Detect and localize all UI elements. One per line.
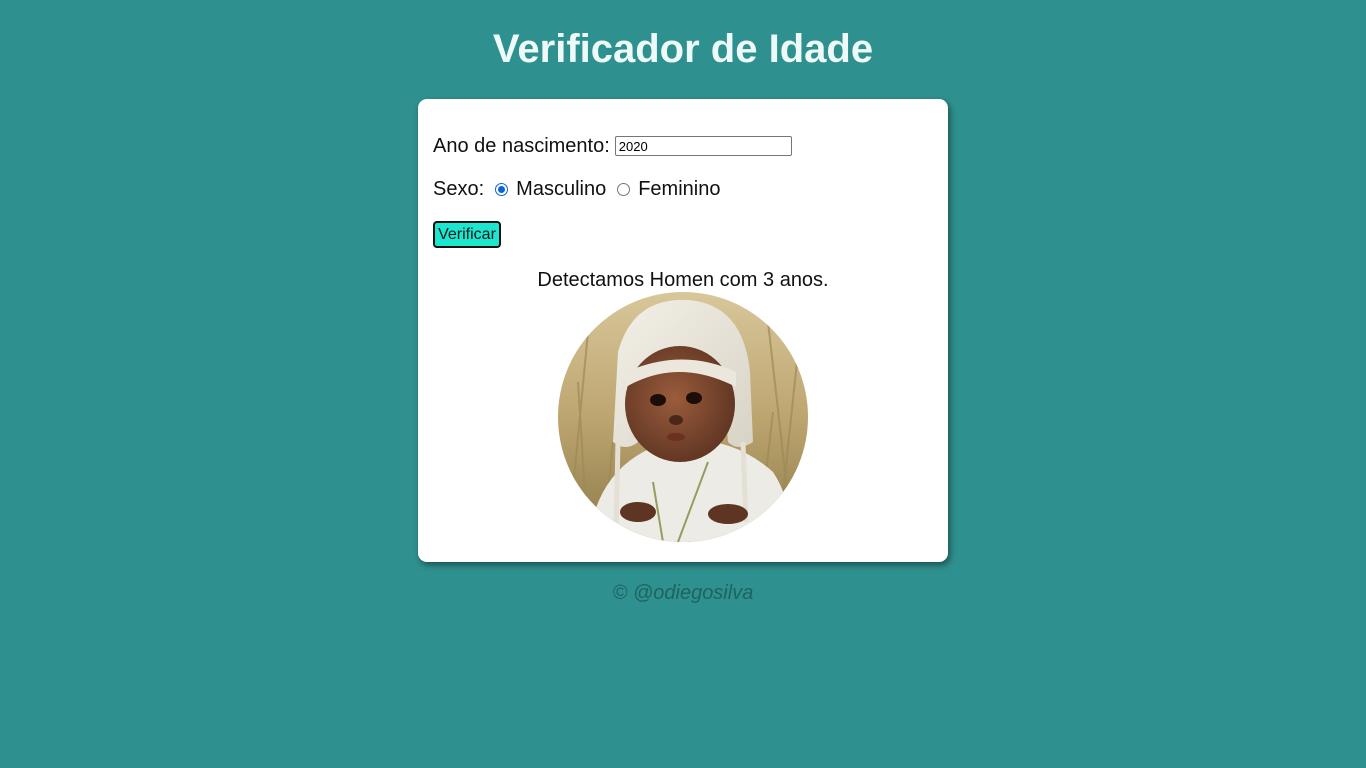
verifier-card: Ano de nascimento: Sexo: Masculino Femin… [418,99,948,562]
baby-photo [558,292,808,542]
result-text: Detectamos Homen com 3 anos. [537,269,829,291]
radio-feminino[interactable] [617,182,631,196]
radio-masculino[interactable] [495,182,509,196]
sex-label: Sexo: [433,177,485,200]
footer-credit: © @odiegosilva [612,582,754,604]
birth-year-label: Ano de nascimento: [433,134,610,157]
radio-masculino-label[interactable]: Masculino [516,178,606,201]
birth-year-input[interactable] [614,136,792,156]
page-title: Verificador de Idade [492,27,874,71]
birth-year-row: Ano de nascimento: [433,133,792,159]
radio-feminino-label[interactable]: Feminino [638,178,720,201]
verify-button[interactable]: Verificar [433,221,501,248]
baby-photo-image [558,292,808,542]
sex-row: Sexo: Masculino Feminino [433,176,720,202]
